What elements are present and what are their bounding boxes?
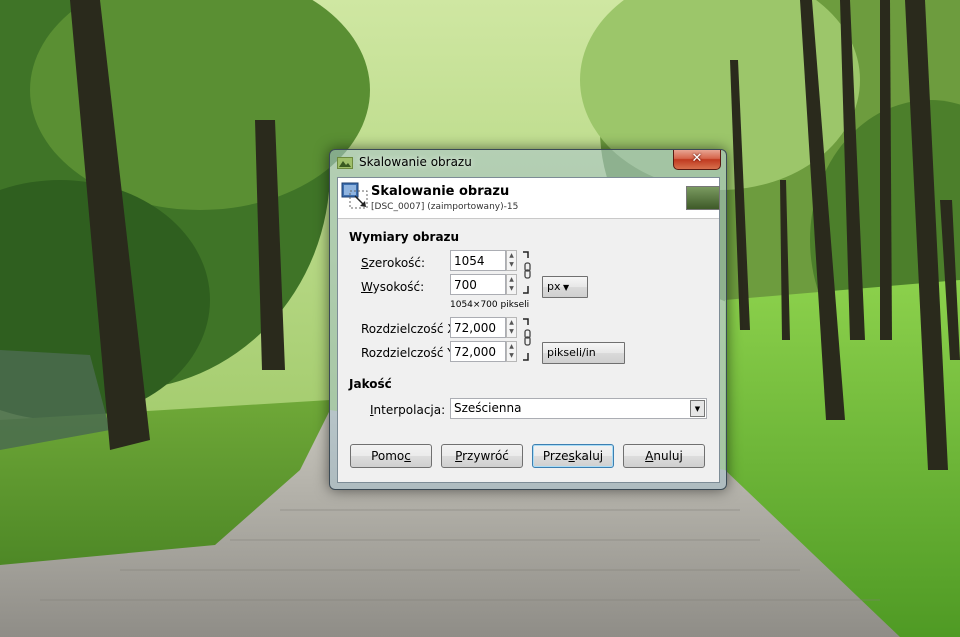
chain-link-icon[interactable] (522, 250, 532, 296)
dialog-header: Skalowanie obrazu [DSC_0007] (zaimportow… (338, 178, 720, 219)
image-name: [DSC_0007] (zaimportowany)-15 (371, 202, 519, 212)
interpolation-label: Interpolacja: (370, 403, 446, 417)
res-x-spinner[interactable]: ▲ ▼ (506, 317, 517, 338)
reset-button[interactable]: Przywróć (441, 444, 523, 468)
height-label: Wysokość: (361, 280, 425, 294)
dropdown-arrow-icon: ▼ (560, 283, 570, 292)
height-input[interactable] (450, 274, 506, 295)
close-button[interactable]: ✕ (673, 150, 721, 170)
dialog-content: Skalowanie obrazu [DSC_0007] (zaimportow… (337, 177, 720, 483)
width-input[interactable] (450, 250, 506, 271)
scale-image-icon (341, 182, 368, 209)
width-spinner[interactable]: ▲ ▼ (506, 250, 517, 271)
resolution-chain-icon[interactable] (522, 317, 532, 363)
cancel-button[interactable]: Anuluj (623, 444, 705, 468)
width-label: Szerokość: (361, 256, 426, 270)
size-unit-dropdown[interactable]: px ▼ (542, 276, 588, 298)
section-image-size: Wymiary obrazu (349, 230, 460, 244)
res-x-label: Rozdzielczość X: (361, 322, 460, 336)
dialog-titlebar[interactable]: Skalowanie obrazu ✕ (330, 150, 726, 174)
help-button[interactable]: Pomoc (350, 444, 432, 468)
res-y-label: Rozdzielczość Y: (361, 346, 458, 360)
pixel-size-info: 1054×700 pikseli (450, 300, 530, 310)
dropdown-arrow-icon: ▼ (690, 400, 705, 417)
res-y-spinner[interactable]: ▲ ▼ (506, 341, 517, 362)
height-spinner[interactable]: ▲ ▼ (506, 274, 517, 295)
window-title: Skalowanie obrazu (359, 155, 472, 169)
gimp-icon (337, 157, 353, 169)
close-icon: ✕ (691, 151, 703, 166)
res-y-input[interactable] (450, 341, 506, 362)
scale-image-dialog: Skalowanie obrazu ✕ Skalowanie obrazu [D… (329, 149, 727, 490)
section-quality: Jakość (349, 377, 392, 391)
scale-button[interactable]: Przeskaluj (532, 444, 614, 468)
resolution-unit-dropdown[interactable]: pikseli/in (542, 342, 625, 364)
res-x-input[interactable] (450, 317, 506, 338)
image-thumbnail (686, 186, 720, 210)
header-title: Skalowanie obrazu (371, 184, 510, 199)
interpolation-select[interactable]: Sześcienna ▼ (450, 398, 707, 419)
